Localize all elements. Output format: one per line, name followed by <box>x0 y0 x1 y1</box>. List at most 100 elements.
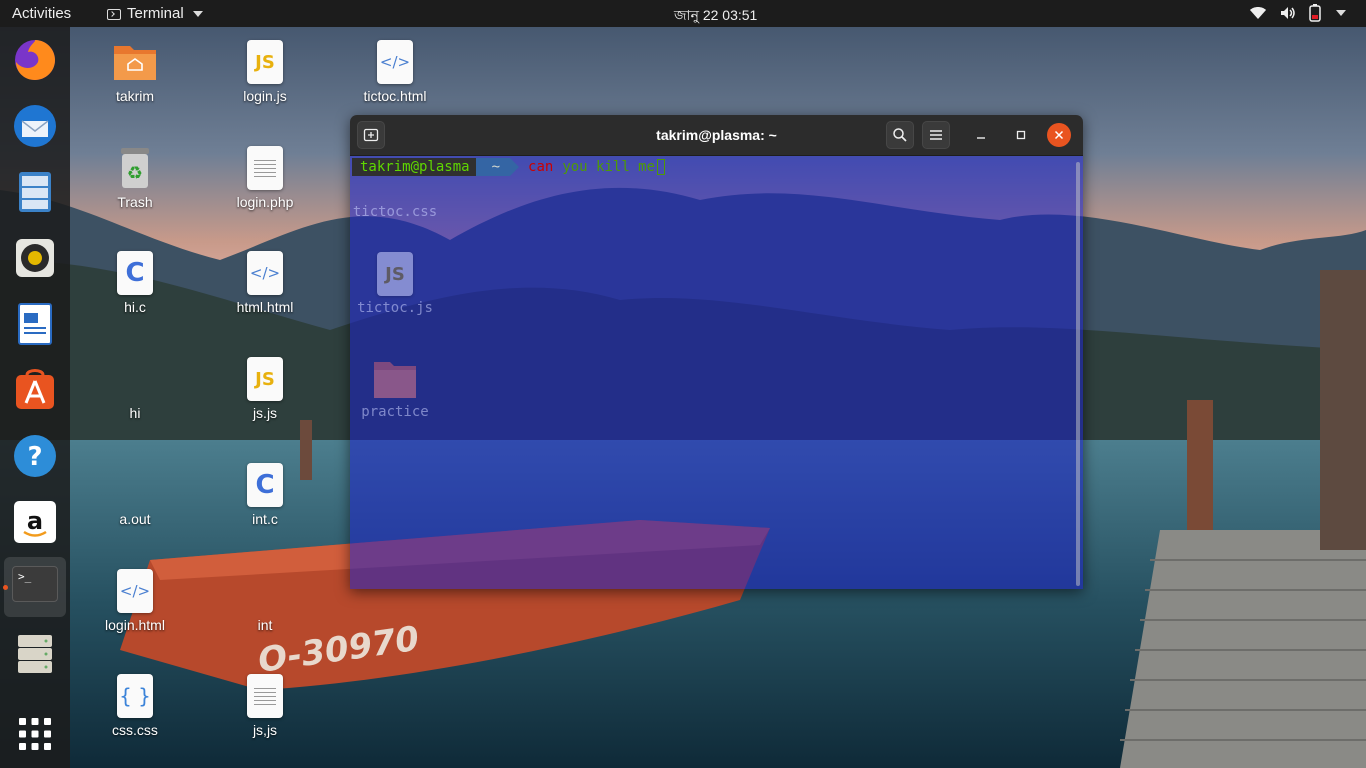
activities-button[interactable]: Activities <box>12 5 71 22</box>
terminal-window[interactable]: takrim@plasma: ~ tictoc.css JS tictoc.js… <box>350 115 1083 589</box>
text-cursor <box>657 159 666 175</box>
desktop-icon-label: hi <box>129 405 141 421</box>
show-applications-icon <box>19 718 51 750</box>
app-menu-label: Terminal <box>127 5 184 22</box>
text-file-icon <box>247 146 283 190</box>
desktop-icon-takrim[interactable]: takrim <box>90 40 180 104</box>
desktop-icon-label: tictoc.js <box>357 300 433 316</box>
desktop-icon-js-comma-js[interactable]: js,js <box>220 674 310 738</box>
battery-icon <box>1309 4 1321 22</box>
amazon-icon: a <box>14 501 56 543</box>
desktop-icon-label: login.php <box>236 194 294 210</box>
chevron-down-icon <box>192 10 203 17</box>
dock-terminal[interactable]: >_ <box>3 557 66 617</box>
css-file-icon: { } <box>117 674 153 718</box>
desktop-icon-label: html.html <box>236 299 294 315</box>
wifi-icon <box>1250 7 1266 19</box>
c-file-icon: C <box>247 463 283 507</box>
dock: ? a >_ <box>0 27 70 768</box>
command-name: can <box>528 159 554 175</box>
dock-files[interactable] <box>0 163 70 223</box>
prompt-user: takrim@plasma <box>352 158 485 176</box>
dock-software[interactable] <box>0 361 70 421</box>
desktop-icon-label: js.js <box>252 405 278 421</box>
desktop-icon-hi[interactable]: hi <box>90 357 180 421</box>
executable-icon <box>243 569 287 613</box>
running-indicator <box>3 585 8 590</box>
desktop-icon-login-html[interactable]: </> login.html <box>90 569 180 633</box>
dock-writer[interactable] <box>0 295 70 355</box>
app-menu[interactable]: Terminal <box>107 5 203 22</box>
js-file-icon: JS <box>247 357 283 401</box>
terminal-header-bar[interactable]: takrim@plasma: ~ <box>350 115 1083 156</box>
desktop-icon-html-html[interactable]: </> html.html <box>220 251 310 315</box>
prompt-line: takrim@plasma ~ can you kill me <box>352 158 666 176</box>
volume-icon <box>1281 7 1295 19</box>
terminal-body[interactable]: tictoc.css JS tictoc.js practice takrim@… <box>350 156 1083 589</box>
c-file-icon: C <box>117 251 153 295</box>
desktop-icon-int-c[interactable]: C int.c <box>220 463 310 527</box>
desktop-icon-practice: practice <box>350 358 440 420</box>
dock-storage[interactable] <box>0 625 70 685</box>
svg-text:a: a <box>27 507 43 535</box>
html-file-icon: </> <box>117 569 153 613</box>
desktop-icon-label: hi.c <box>124 299 146 315</box>
hamburger-menu-icon <box>930 130 942 140</box>
desktop-icon-tictoc-js: JS tictoc.js <box>350 252 440 316</box>
prompt-directory: ~ <box>475 158 520 176</box>
svg-text:♻: ♻ <box>127 163 143 184</box>
minimize-icon <box>977 137 985 139</box>
desktop-icon-label: a.out <box>119 511 151 527</box>
desktop-icon-hi-c[interactable]: C hi.c <box>90 251 180 315</box>
maximize-icon <box>1016 130 1026 140</box>
desktop-icon-label: Trash <box>117 194 153 210</box>
terminal-icon: >_ <box>12 566 58 602</box>
dock-amazon[interactable]: a <box>0 493 70 553</box>
search-button[interactable] <box>886 121 914 149</box>
libreoffice-writer-icon <box>18 303 52 345</box>
desktop-icon-login-js[interactable]: JS login.js <box>220 40 310 104</box>
dock-firefox[interactable] <box>0 30 70 90</box>
close-button[interactable] <box>1047 123 1071 147</box>
js-file-icon: JS <box>247 40 283 84</box>
storage-icon <box>18 635 52 673</box>
js-file-icon: JS <box>377 252 413 296</box>
desktop-icon-js-js[interactable]: JS js.js <box>220 357 310 421</box>
desktop-icon-tictoc-html[interactable]: </> tictoc.html <box>350 40 440 104</box>
desktop-icon-label: js,js <box>252 722 278 738</box>
menu-button[interactable] <box>922 121 950 149</box>
minimize-button[interactable] <box>967 121 995 149</box>
desktop-icon-label: int <box>257 617 273 633</box>
desktop-icon-int[interactable]: int <box>220 569 310 633</box>
files-icon <box>19 172 51 212</box>
maximize-button[interactable] <box>1007 121 1035 149</box>
desktop-icon-a-out[interactable]: a.out <box>90 463 180 527</box>
rhythmbox-icon <box>16 239 54 277</box>
chevron-down-icon <box>1336 10 1346 16</box>
executable-icon <box>113 357 157 401</box>
dock-show-applications[interactable] <box>0 705 70 765</box>
desktop-icon-login-php[interactable]: login.php <box>220 146 310 210</box>
scrollbar[interactable] <box>1076 162 1080 586</box>
folder-icon <box>374 362 416 398</box>
desktop-icon-trash[interactable]: ♻ Trash <box>90 146 180 210</box>
desktop-icon-label: tictoc.css <box>352 204 438 220</box>
desktop-icon-label: login.js <box>243 88 287 104</box>
help-icon: ? <box>14 435 56 477</box>
dock-rhythmbox[interactable] <box>0 229 70 289</box>
desktop-icon-label: login.html <box>105 617 165 633</box>
close-icon <box>1054 130 1064 140</box>
clock[interactable]: জানু 22 03:51 <box>674 4 757 28</box>
command-args: you kill me <box>562 159 656 175</box>
trash-icon: ♻ <box>121 148 149 188</box>
desktop-icon-css-css[interactable]: { } css.css <box>90 674 180 738</box>
dock-thunderbird[interactable] <box>0 97 70 157</box>
html-file-icon: </> <box>247 251 283 295</box>
system-tray[interactable] <box>1249 4 1346 22</box>
html-file-icon: </> <box>377 40 413 84</box>
desktop-icon-label: int.c <box>252 511 278 527</box>
dock-help[interactable]: ? <box>0 427 70 487</box>
top-bar: Activities Terminal জানু 22 03:51 <box>0 0 1366 27</box>
ubuntu-software-icon <box>16 369 54 409</box>
desktop-icon-label: css.css <box>112 722 158 738</box>
